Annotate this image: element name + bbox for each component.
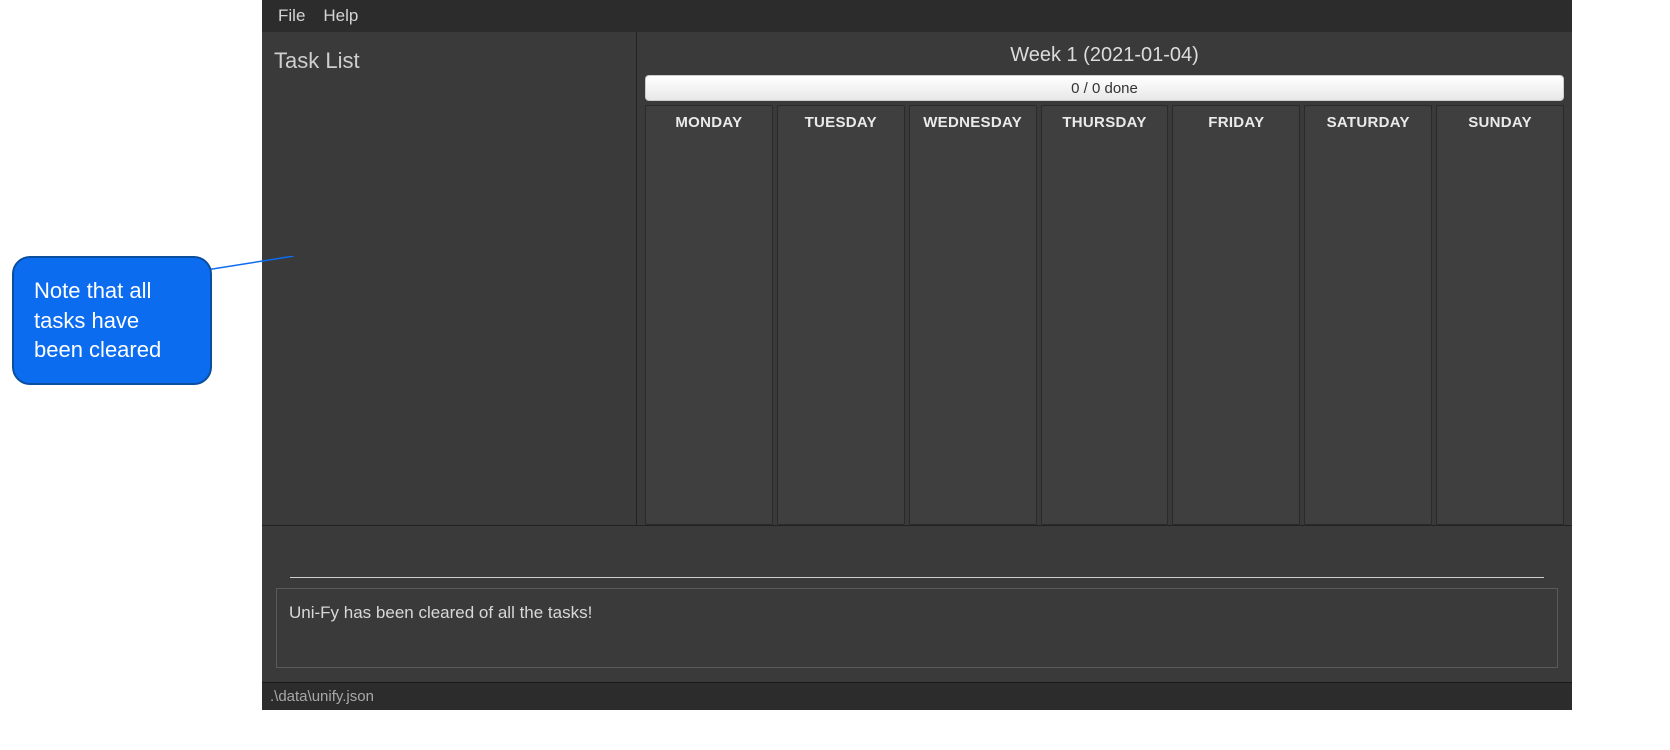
day-body[interactable] — [646, 139, 772, 524]
main-content: Task List Week 1 (2021-01-04) 0 / 0 done… — [262, 32, 1572, 525]
day-header: THURSDAY — [1042, 106, 1168, 139]
annotation-callout: Note that all tasks have been cleared — [12, 256, 212, 385]
day-header: MONDAY — [646, 106, 772, 139]
day-col-sunday[interactable]: SUNDAY — [1436, 105, 1564, 525]
day-body[interactable] — [1305, 139, 1431, 524]
day-col-wednesday[interactable]: WEDNESDAY — [909, 105, 1037, 525]
menubar: File Help — [262, 0, 1572, 32]
day-body[interactable] — [1173, 139, 1299, 524]
day-header: SUNDAY — [1437, 106, 1563, 139]
progress-bar: 0 / 0 done — [645, 75, 1564, 101]
task-list-sidebar: Task List — [262, 32, 637, 525]
message-text: Uni-Fy has been cleared of all the tasks… — [289, 603, 592, 622]
week-header: Week 1 (2021-01-04) — [645, 40, 1564, 75]
message-area: Uni-Fy has been cleared of all the tasks… — [262, 567, 1572, 682]
day-col-thursday[interactable]: THURSDAY — [1041, 105, 1169, 525]
menu-file[interactable]: File — [278, 6, 305, 26]
menu-help[interactable]: Help — [323, 6, 358, 26]
day-header: TUESDAY — [778, 106, 904, 139]
day-header: WEDNESDAY — [910, 106, 1036, 139]
day-body[interactable] — [1042, 139, 1168, 524]
day-header: SATURDAY — [1305, 106, 1431, 139]
callout-text: Note that all tasks have been cleared — [34, 278, 161, 362]
week-area: Week 1 (2021-01-04) 0 / 0 done MONDAY TU… — [637, 32, 1572, 525]
day-col-tuesday[interactable]: TUESDAY — [777, 105, 905, 525]
bottom-spacer — [262, 525, 1572, 567]
status-bar: .\data\unify.json — [262, 682, 1572, 710]
day-col-friday[interactable]: FRIDAY — [1172, 105, 1300, 525]
day-body[interactable] — [1437, 139, 1563, 524]
day-body[interactable] — [910, 139, 1036, 524]
day-header: FRIDAY — [1173, 106, 1299, 139]
status-path: .\data\unify.json — [270, 688, 374, 705]
day-col-monday[interactable]: MONDAY — [645, 105, 773, 525]
progress-text: 0 / 0 done — [1071, 80, 1138, 97]
app-window: File Help Task List Week 1 (2021-01-04) … — [262, 0, 1572, 710]
message-box: Uni-Fy has been cleared of all the tasks… — [276, 588, 1558, 668]
day-col-saturday[interactable]: SATURDAY — [1304, 105, 1432, 525]
days-row: MONDAY TUESDAY WEDNESDAY THURSDAY FRIDAY — [645, 105, 1564, 525]
day-body[interactable] — [778, 139, 904, 524]
task-list-title: Task List — [274, 48, 624, 74]
